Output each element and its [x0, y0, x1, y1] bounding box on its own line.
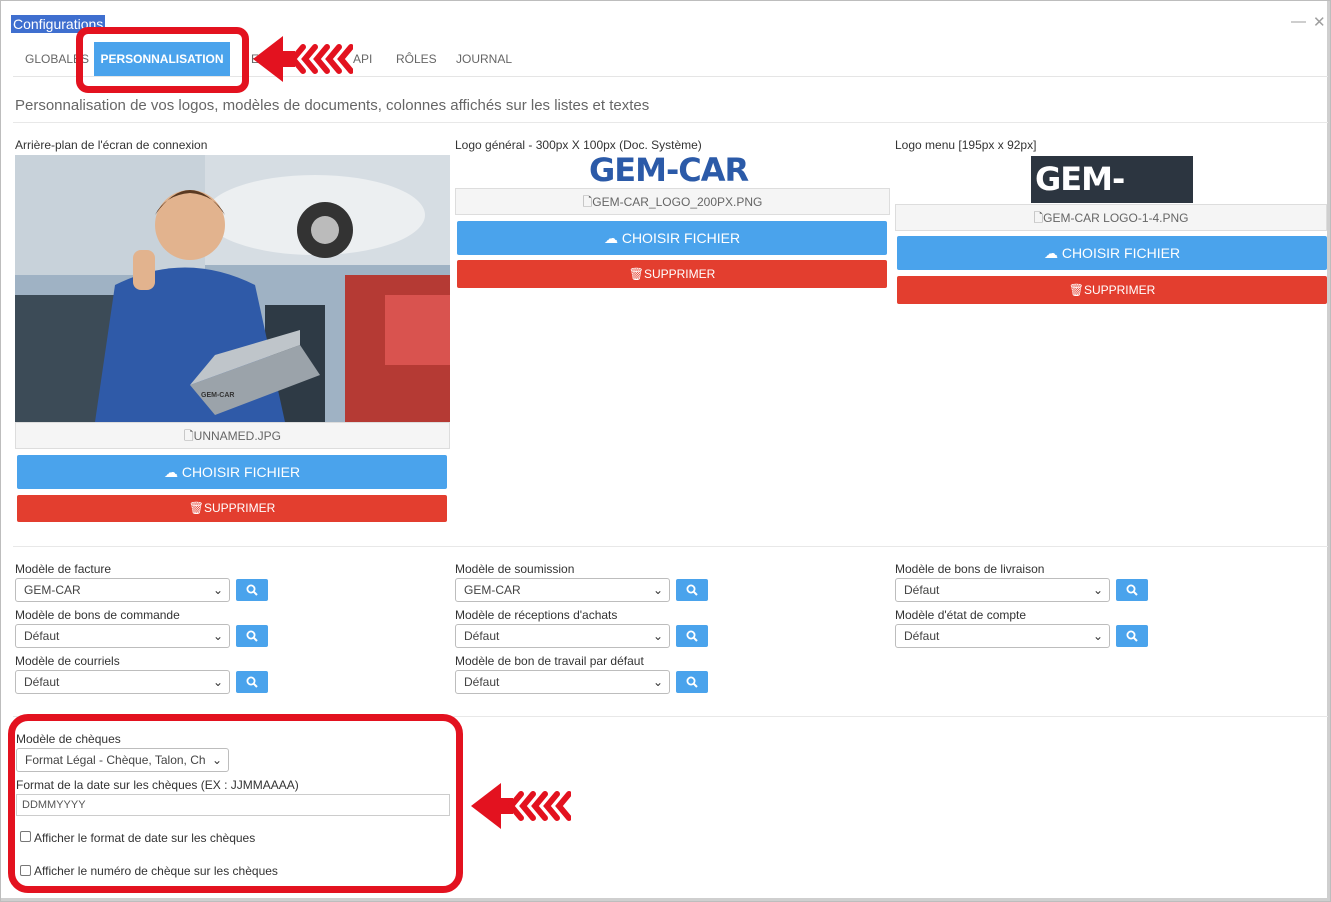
choose-file-button[interactable]: ☁ CHOISIR FICHIER — [457, 221, 887, 255]
work-order-model-select[interactable]: Défaut ⌄ — [455, 670, 670, 694]
pointer-arrow-icon — [253, 36, 353, 82]
choose-file-button[interactable]: ☁ CHOISIR FICHIER — [897, 236, 1327, 270]
menu-logo-preview: GEM-CAR — [1031, 156, 1193, 236]
select-value: Défaut — [904, 629, 940, 643]
filename-text: UNNAMED.JPG — [193, 429, 281, 443]
statement-model-select[interactable]: Défaut ⌄ — [895, 624, 1110, 648]
search-button[interactable] — [676, 625, 708, 647]
button-label: SUPPRIMER — [1083, 283, 1156, 297]
delete-button[interactable]: 🗑SUPPRIMER — [17, 495, 447, 522]
filename-display: 🗋UNNAMED.JPG — [15, 422, 450, 449]
upload-label-background: Arrière-plan de l'écran de connexion — [15, 138, 208, 152]
search-button[interactable] — [236, 671, 268, 693]
search-icon — [246, 630, 258, 642]
filename-display: 🗋GEM-CAR_LOGO_200PX.PNG — [455, 188, 890, 215]
filename-text: GEM-CAR_LOGO_200PX.PNG — [592, 195, 763, 209]
purchase-order-model-select[interactable]: Défaut ⌄ — [15, 624, 230, 648]
invoice-model-label: Modèle de facture — [15, 562, 112, 576]
purchase-receipt-model-select[interactable]: Défaut ⌄ — [455, 624, 670, 648]
purchase-receipt-model-label: Modèle de réceptions d'achats — [455, 608, 618, 622]
tab-journal[interactable]: JOURNAL — [456, 41, 512, 76]
select-value: Défaut — [24, 629, 60, 643]
page-subtitle: Personnalisation de vos logos, modèles d… — [15, 97, 650, 114]
upload-label-menu-logo: Logo menu [195px x 92px] — [895, 138, 1037, 152]
laptop-logo-text: GEM-CAR — [201, 392, 235, 399]
cloud-upload-icon: ☁ — [163, 464, 178, 480]
minimize-icon[interactable]: — — [1291, 13, 1306, 30]
tab-highlight-box — [76, 27, 249, 93]
purchase-order-model-label: Modèle de bons de commande — [15, 608, 180, 622]
delivery-model-select[interactable]: Défaut ⌄ — [895, 578, 1110, 602]
invoice-model-select[interactable]: GEM-CAR ⌄ — [15, 578, 230, 602]
chevron-down-icon: ⌄ — [652, 583, 663, 597]
search-icon — [246, 584, 258, 596]
select-value: Défaut — [464, 629, 500, 643]
filename-display: 🗋GEM-CAR LOGO-1-4.PNG — [895, 204, 1327, 231]
search-icon — [1126, 630, 1138, 642]
cheque-highlight-box — [8, 714, 463, 893]
pointer-arrow-icon — [471, 783, 571, 829]
select-value: Défaut — [24, 675, 60, 689]
email-model-select[interactable]: Défaut ⌄ — [15, 670, 230, 694]
chevron-down-icon: ⌄ — [212, 629, 223, 643]
search-button[interactable] — [1116, 625, 1148, 647]
button-label: SUPPRIMER — [643, 267, 716, 281]
search-icon — [686, 584, 698, 596]
select-value: GEM-CAR — [24, 583, 81, 597]
cloud-upload-icon: ☁ — [603, 230, 618, 246]
divider — [13, 122, 1328, 123]
chevron-down-icon: ⌄ — [1092, 629, 1103, 643]
search-button[interactable] — [1116, 579, 1148, 601]
trash-icon: 🗑 — [1068, 283, 1084, 297]
button-label: CHOISIR FICHIER — [621, 230, 741, 246]
work-order-model-label: Modèle de bon de travail par défaut — [455, 654, 644, 668]
chevron-down-icon: ⌄ — [652, 629, 663, 643]
file-icon: 🗋 — [1033, 211, 1044, 225]
cloud-upload-icon: ☁ — [1043, 245, 1058, 261]
button-label: SUPPRIMER — [203, 501, 276, 515]
filename-text: GEM-CAR LOGO-1-4.PNG — [1043, 211, 1189, 225]
configurations-window: Configurations — ✕ GLOBALES PERSONNALISA… — [0, 0, 1331, 902]
close-icon[interactable]: ✕ — [1313, 13, 1326, 31]
trash-icon: 🗑 — [628, 267, 644, 281]
login-background-preview: GEM-CAR — [15, 155, 450, 422]
upload-label-general-logo: Logo général - 300px X 100px (Doc. Systè… — [455, 138, 702, 152]
general-logo-preview: GEM-CAR — [589, 151, 749, 189]
chevron-down-icon: ⌄ — [1092, 583, 1103, 597]
choose-file-button[interactable]: ☁ CHOISIR FICHIER — [17, 455, 447, 489]
chevron-down-icon: ⌄ — [212, 583, 223, 597]
search-button[interactable] — [676, 579, 708, 601]
mechanic-photo-image — [15, 155, 450, 422]
chevron-down-icon: ⌄ — [212, 675, 223, 689]
quote-model-label: Modèle de soumission — [455, 562, 575, 576]
file-icon: 🗋 — [184, 429, 194, 443]
search-icon — [246, 676, 258, 688]
tab-api[interactable]: API — [353, 41, 372, 76]
search-icon — [686, 676, 698, 688]
email-model-label: Modèle de courriels — [15, 654, 120, 668]
statement-model-label: Modèle d'état de compte — [895, 608, 1027, 622]
button-label: CHOISIR FICHIER — [1061, 245, 1181, 261]
search-button[interactable] — [236, 625, 268, 647]
button-label: CHOISIR FICHIER — [181, 464, 301, 480]
search-icon — [686, 630, 698, 642]
select-value: Défaut — [904, 583, 940, 597]
quote-model-select[interactable]: GEM-CAR ⌄ — [455, 578, 670, 602]
search-button[interactable] — [236, 579, 268, 601]
search-button[interactable] — [676, 671, 708, 693]
divider — [13, 546, 1328, 547]
search-icon — [1126, 584, 1138, 596]
select-value: GEM-CAR — [464, 583, 521, 597]
tab-roles[interactable]: RÔLES — [396, 41, 437, 76]
delete-button[interactable]: 🗑SUPPRIMER — [897, 276, 1327, 304]
delivery-model-label: Modèle de bons de livraison — [895, 562, 1045, 576]
trash-icon: 🗑 — [188, 501, 204, 515]
select-value: Défaut — [464, 675, 500, 689]
delete-button[interactable]: 🗑SUPPRIMER — [457, 260, 887, 288]
file-icon: 🗋 — [582, 195, 593, 209]
chevron-down-icon: ⌄ — [652, 675, 663, 689]
